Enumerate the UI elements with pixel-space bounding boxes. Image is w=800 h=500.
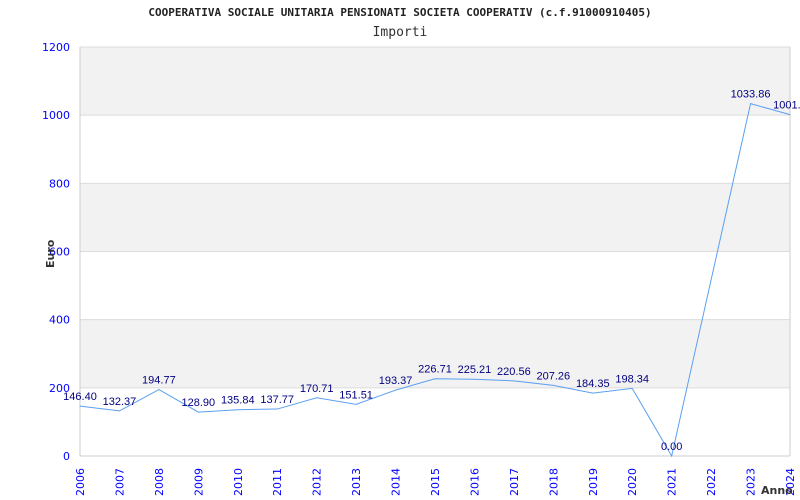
data-point [316, 397, 318, 399]
data-label: 194.77 [142, 375, 176, 387]
grid-band [80, 319, 790, 388]
data-label: 170.71 [300, 383, 334, 395]
y-tick-label: 400 [49, 314, 70, 327]
y-tick-label: 1000 [42, 109, 70, 122]
x-tick-label: 2008 [153, 468, 166, 496]
x-tick-label: 2014 [390, 468, 403, 496]
x-tick-label: 2009 [192, 468, 205, 496]
x-axis-label: Anno [761, 484, 793, 497]
x-tick-label: 2012 [311, 468, 324, 496]
data-label: 198.34 [615, 373, 649, 385]
x-tick-label: 2022 [705, 468, 718, 496]
x-tick-label: 2010 [232, 468, 245, 496]
x-tick-label: 2006 [74, 468, 87, 496]
data-label: 1033.86 [731, 89, 771, 101]
y-axis-label: Euro [44, 239, 57, 268]
data-label: 207.26 [537, 370, 571, 382]
data-point [395, 389, 397, 391]
x-tick-label: 2023 [745, 468, 758, 496]
data-label: 225.21 [458, 364, 492, 376]
data-label: 1001.6 [773, 100, 800, 112]
x-tick-label: 2016 [468, 468, 481, 496]
y-tick-label: 0 [63, 450, 70, 463]
data-point [631, 387, 633, 389]
data-point [79, 405, 81, 407]
data-label: 151.51 [339, 389, 373, 401]
line-chart: 0200400600800100012002006 2007 2008 2009 201… [42, 41, 800, 497]
x-tick-label: 2011 [271, 468, 284, 496]
data-label: 132.37 [103, 396, 137, 408]
y-tick-label: 1200 [42, 41, 70, 54]
data-point [434, 378, 436, 380]
data-label: 128.90 [182, 397, 216, 409]
x-tick-label: 2007 [113, 468, 126, 496]
data-label: 193.37 [379, 375, 413, 387]
data-point [552, 384, 554, 386]
data-point [789, 114, 791, 116]
data-point [671, 455, 673, 457]
data-point [473, 378, 475, 380]
data-label: 220.56 [497, 366, 531, 378]
x-tick-label: 2018 [547, 468, 560, 496]
data-point [237, 409, 239, 411]
data-point [118, 410, 120, 412]
data-label: 226.71 [418, 364, 452, 376]
data-label: 135.84 [221, 395, 255, 407]
x-tick-label: 2015 [429, 468, 442, 496]
data-point [592, 392, 594, 394]
y-tick-label: 800 [49, 177, 70, 190]
data-point [276, 408, 278, 410]
data-point [513, 380, 515, 382]
data-point [197, 411, 199, 413]
data-label: 0.00 [661, 441, 682, 453]
data-label: 184.35 [576, 378, 610, 390]
x-tick-label: 2019 [587, 468, 600, 496]
grid-band [80, 183, 790, 252]
data-point [158, 389, 160, 391]
x-tick-label: 2017 [508, 468, 521, 496]
grid-band [80, 47, 790, 116]
x-tick-label: 2020 [626, 468, 639, 496]
data-point [750, 103, 752, 105]
x-tick-label: 2021 [666, 468, 679, 496]
x-tick-label: 2013 [350, 468, 363, 496]
data-point [355, 403, 357, 405]
data-label: 146.40 [63, 391, 97, 403]
data-label: 137.77 [260, 394, 294, 406]
